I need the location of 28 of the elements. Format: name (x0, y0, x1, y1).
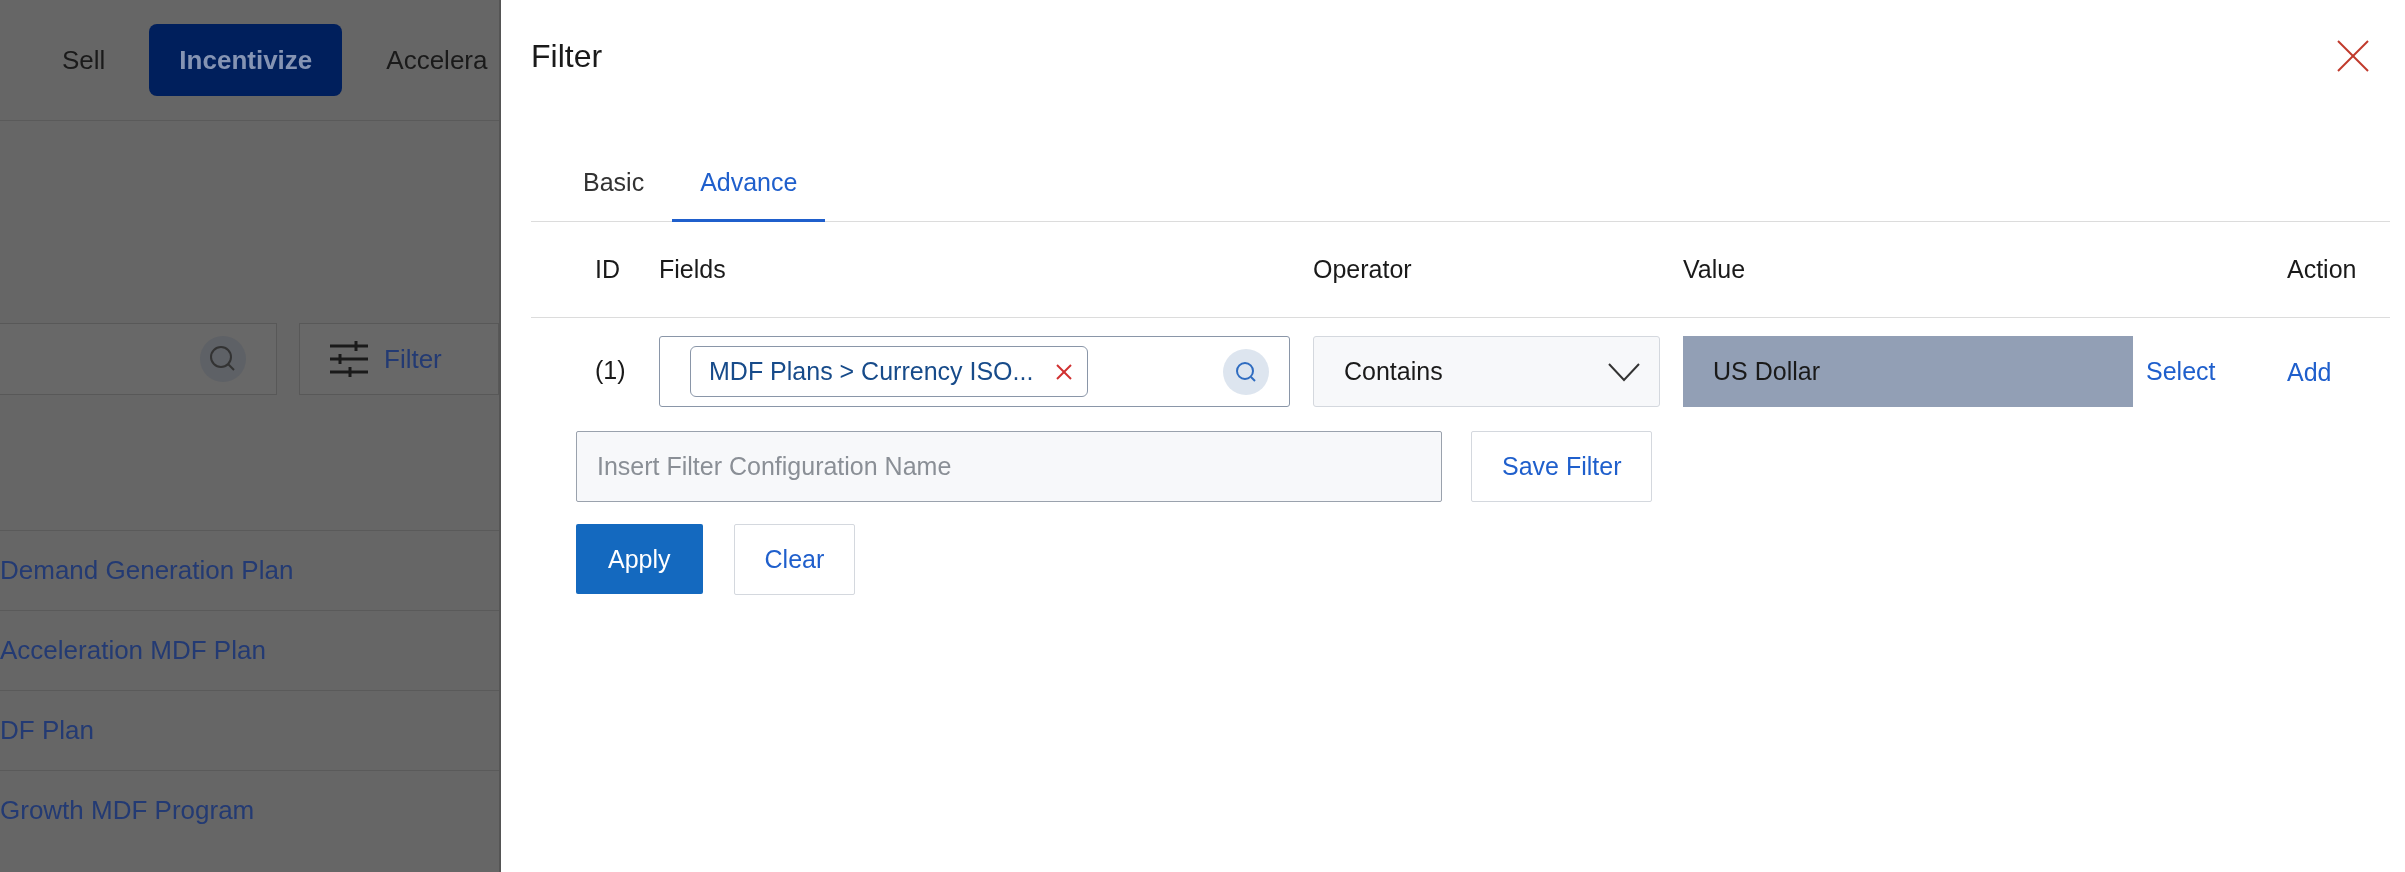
sliders-icon (330, 341, 368, 377)
tab[interactable]: Basic (555, 146, 673, 222)
column-header: Action (2287, 255, 2358, 284)
operator-select[interactable]: Contains (1313, 336, 1660, 407)
tag-label: MDF Plans > Currency ISO... (709, 357, 1034, 386)
add-link[interactable]: Add (2287, 336, 2390, 387)
column-header: ID (594, 255, 621, 284)
nav-tab[interactable]: Sell (62, 24, 106, 96)
apply-button[interactable]: Apply (576, 524, 703, 594)
column-header: Value (1683, 255, 1747, 284)
remove-icon[interactable] (1055, 362, 1074, 381)
chevron-down-icon (1607, 361, 1641, 382)
select-link[interactable]: Select (2146, 357, 2216, 386)
search-field[interactable] (0, 323, 277, 395)
column-header: Fields (659, 255, 727, 284)
clear-button[interactable]: Clear (733, 524, 856, 595)
column-header: Operator (1313, 255, 1413, 284)
panel-title: Filter (531, 37, 603, 75)
value-field[interactable]: US Dollar (1683, 336, 2133, 407)
nav-tab[interactable]: Incentivize (149, 24, 343, 96)
tab[interactable]: Advance (672, 146, 826, 222)
close-button[interactable] (2336, 39, 2370, 73)
config-name-field[interactable]: Insert Filter Configuration Name (576, 431, 1442, 502)
nav-tab[interactable]: Accelera (386, 24, 488, 96)
search-icon[interactable] (1223, 348, 1269, 395)
row-id: (1) (594, 355, 627, 385)
fields-input[interactable]: MDF Plans > Currency ISO... (659, 336, 1290, 407)
save-filter-button[interactable]: Save Filter (1471, 431, 1653, 502)
